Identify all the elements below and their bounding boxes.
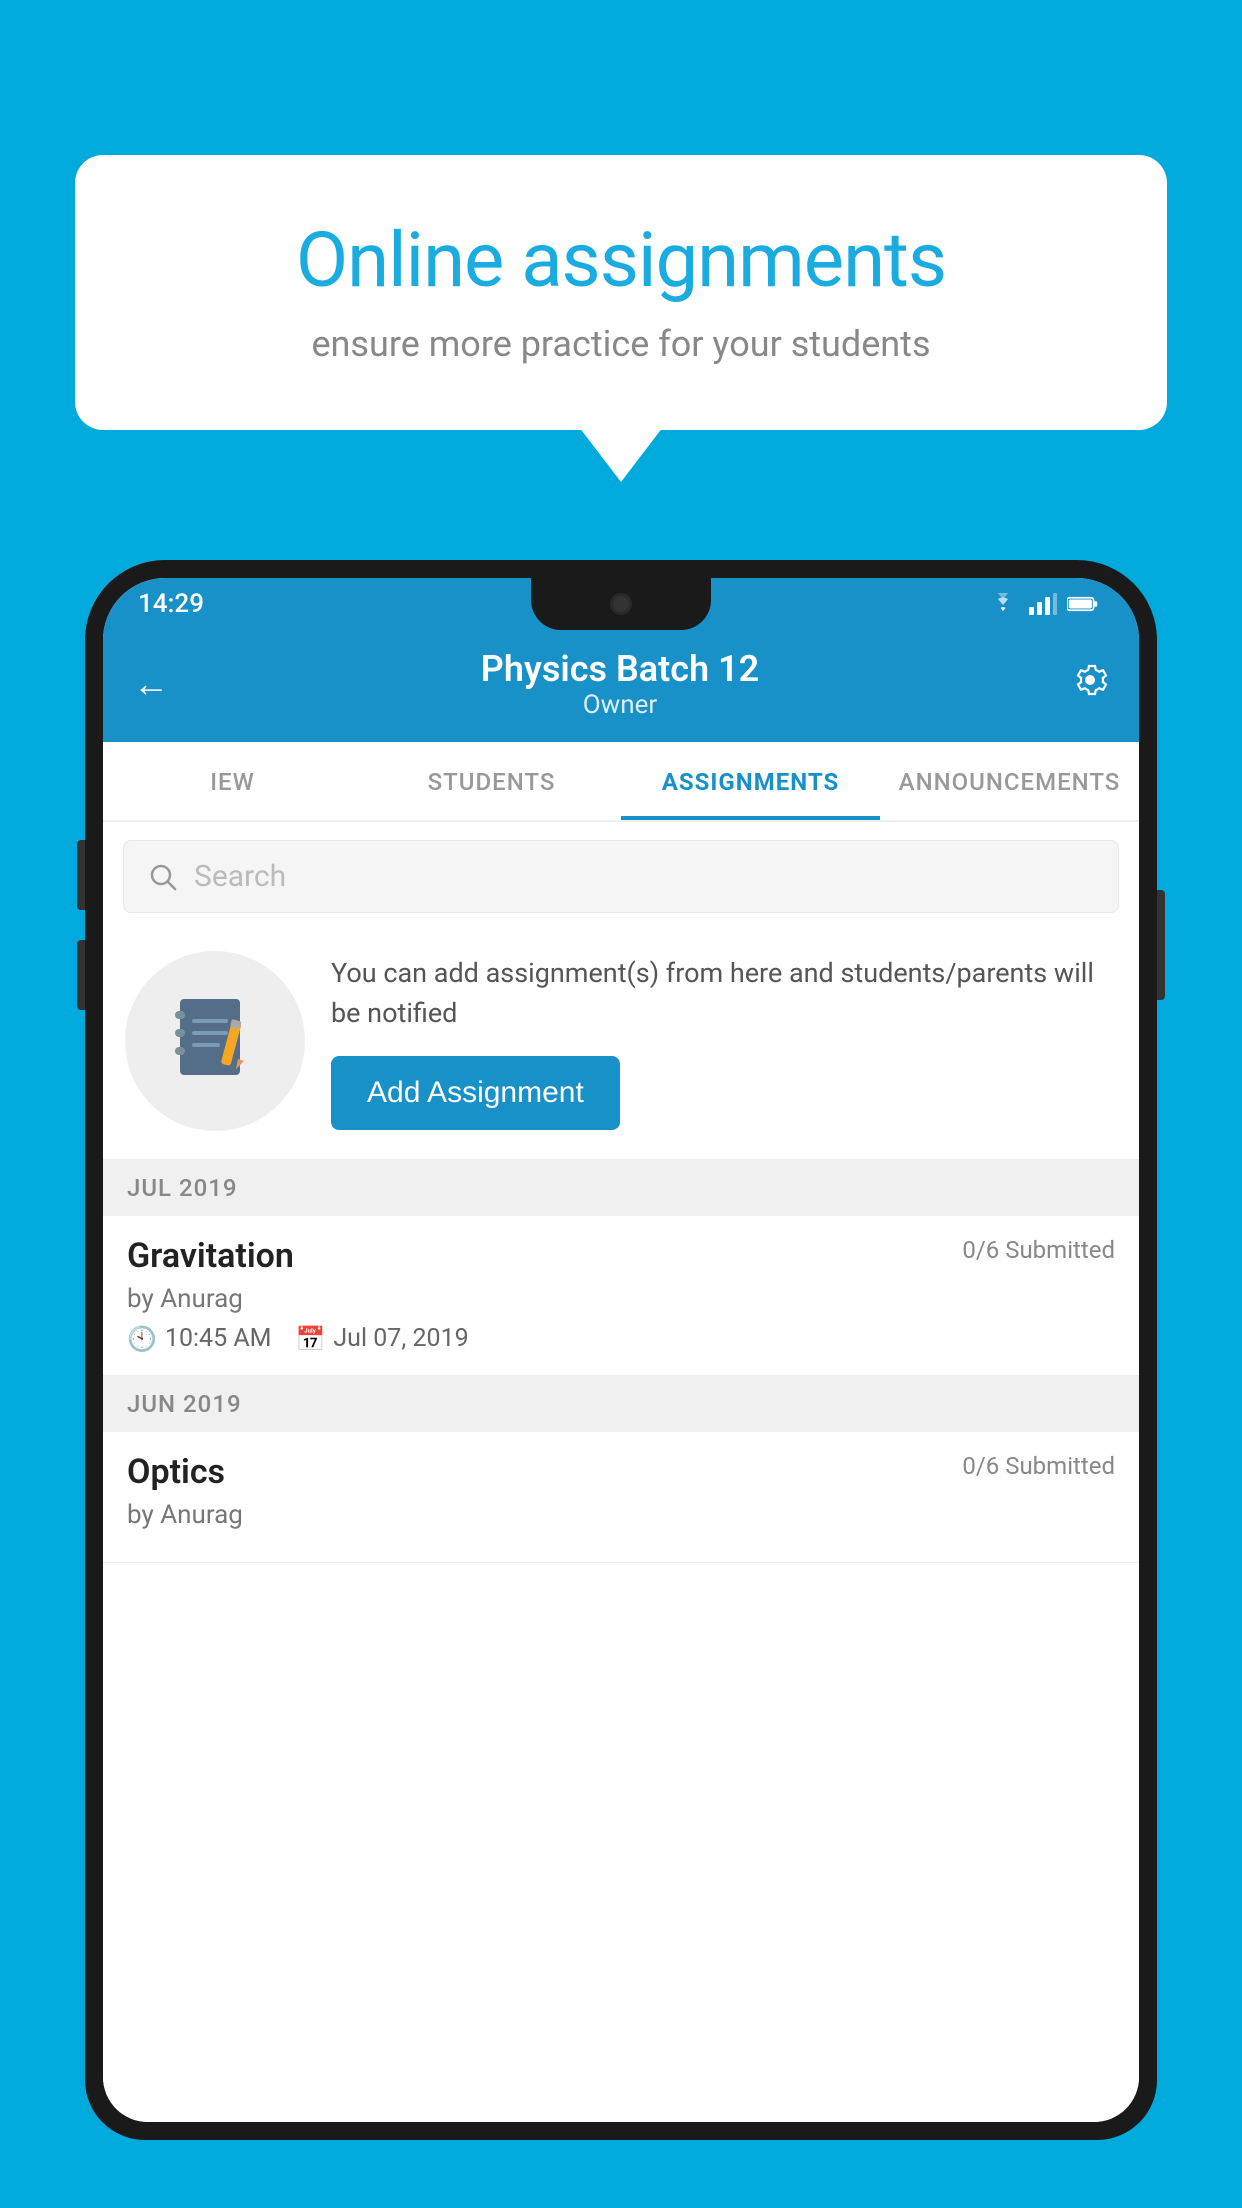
volume-up-button (77, 840, 85, 910)
phone-screen: 14:29 (103, 578, 1139, 2122)
status-icons (987, 593, 1099, 615)
assignment-item-gravitation[interactable]: Gravitation 0/6 Submitted by Anurag 🕙 10… (103, 1216, 1139, 1376)
tabs-bar: IEW STUDENTS ASSIGNMENTS ANNOUNCEMENTS (103, 742, 1139, 822)
status-time: 14:29 (138, 589, 204, 619)
header-center: Physics Batch 12 Owner (481, 648, 759, 720)
tab-announcements[interactable]: ANNOUNCEMENTS (880, 742, 1139, 820)
phone-outer: 14:29 (85, 560, 1157, 2140)
batch-title: Physics Batch 12 (481, 648, 759, 690)
search-bar-container: Search (103, 822, 1139, 931)
assignment-title-optics: Optics (127, 1452, 225, 1492)
assignment-header: Gravitation 0/6 Submitted (127, 1236, 1115, 1276)
speech-bubble-title: Online assignments (145, 215, 1097, 305)
search-placeholder: Search (194, 859, 286, 894)
assignment-item-optics[interactable]: Optics 0/6 Submitted by Anurag (103, 1432, 1139, 1563)
time-meta: 🕙 10:45 AM (127, 1324, 271, 1353)
back-button[interactable]: ← (133, 663, 169, 705)
submitted-count: 0/6 Submitted (962, 1236, 1115, 1264)
speech-bubble: Online assignments ensure more practice … (75, 155, 1167, 430)
front-camera (610, 593, 632, 615)
month-separator-jun: JUN 2019 (103, 1376, 1139, 1432)
notebook-icon (170, 991, 260, 1091)
phone-notch (531, 578, 711, 630)
batch-subtitle: Owner (481, 690, 759, 720)
calendar-icon: 📅 (295, 1325, 325, 1353)
phone-container: 14:29 (85, 560, 1157, 2208)
speech-bubble-subtitle: ensure more practice for your students (145, 323, 1097, 365)
power-button (1157, 890, 1165, 1000)
volume-down-button (77, 940, 85, 1010)
submitted-count-optics: 0/6 Submitted (962, 1452, 1115, 1480)
assignment-by: by Anurag (127, 1284, 1115, 1314)
settings-icon[interactable] (1071, 661, 1109, 708)
assignment-meta: 🕙 10:45 AM 📅 Jul 07, 2019 (127, 1324, 1115, 1353)
assignment-date: Jul 07, 2019 (333, 1324, 468, 1353)
wifi-icon (987, 593, 1019, 615)
battery-icon (1067, 595, 1099, 613)
speech-bubble-container: Online assignments ensure more practice … (75, 155, 1167, 430)
month-separator-jul: JUL 2019 (103, 1160, 1139, 1216)
promo-text-area: You can add assignment(s) from here and … (331, 953, 1117, 1130)
add-assignment-button[interactable]: Add Assignment (331, 1056, 620, 1130)
promo-description: You can add assignment(s) from here and … (331, 953, 1117, 1034)
tab-iew[interactable]: IEW (103, 742, 362, 820)
assignment-time: 10:45 AM (165, 1324, 272, 1353)
signal-icon (1029, 593, 1057, 615)
promo-icon-circle (125, 951, 305, 1131)
phone-content: Search (103, 822, 1139, 2122)
date-meta: 📅 Jul 07, 2019 (295, 1324, 468, 1353)
assignment-header-optics: Optics 0/6 Submitted (127, 1452, 1115, 1492)
promo-block: You can add assignment(s) from here and … (103, 931, 1139, 1160)
assignment-title: Gravitation (127, 1236, 294, 1276)
search-icon (148, 862, 178, 892)
assignment-by-optics: by Anurag (127, 1500, 1115, 1530)
clock-icon: 🕙 (127, 1325, 157, 1353)
tab-assignments[interactable]: ASSIGNMENTS (621, 742, 880, 820)
search-bar[interactable]: Search (123, 840, 1119, 913)
tab-students[interactable]: STUDENTS (362, 742, 621, 820)
app-header: ← Physics Batch 12 Owner (103, 630, 1139, 742)
